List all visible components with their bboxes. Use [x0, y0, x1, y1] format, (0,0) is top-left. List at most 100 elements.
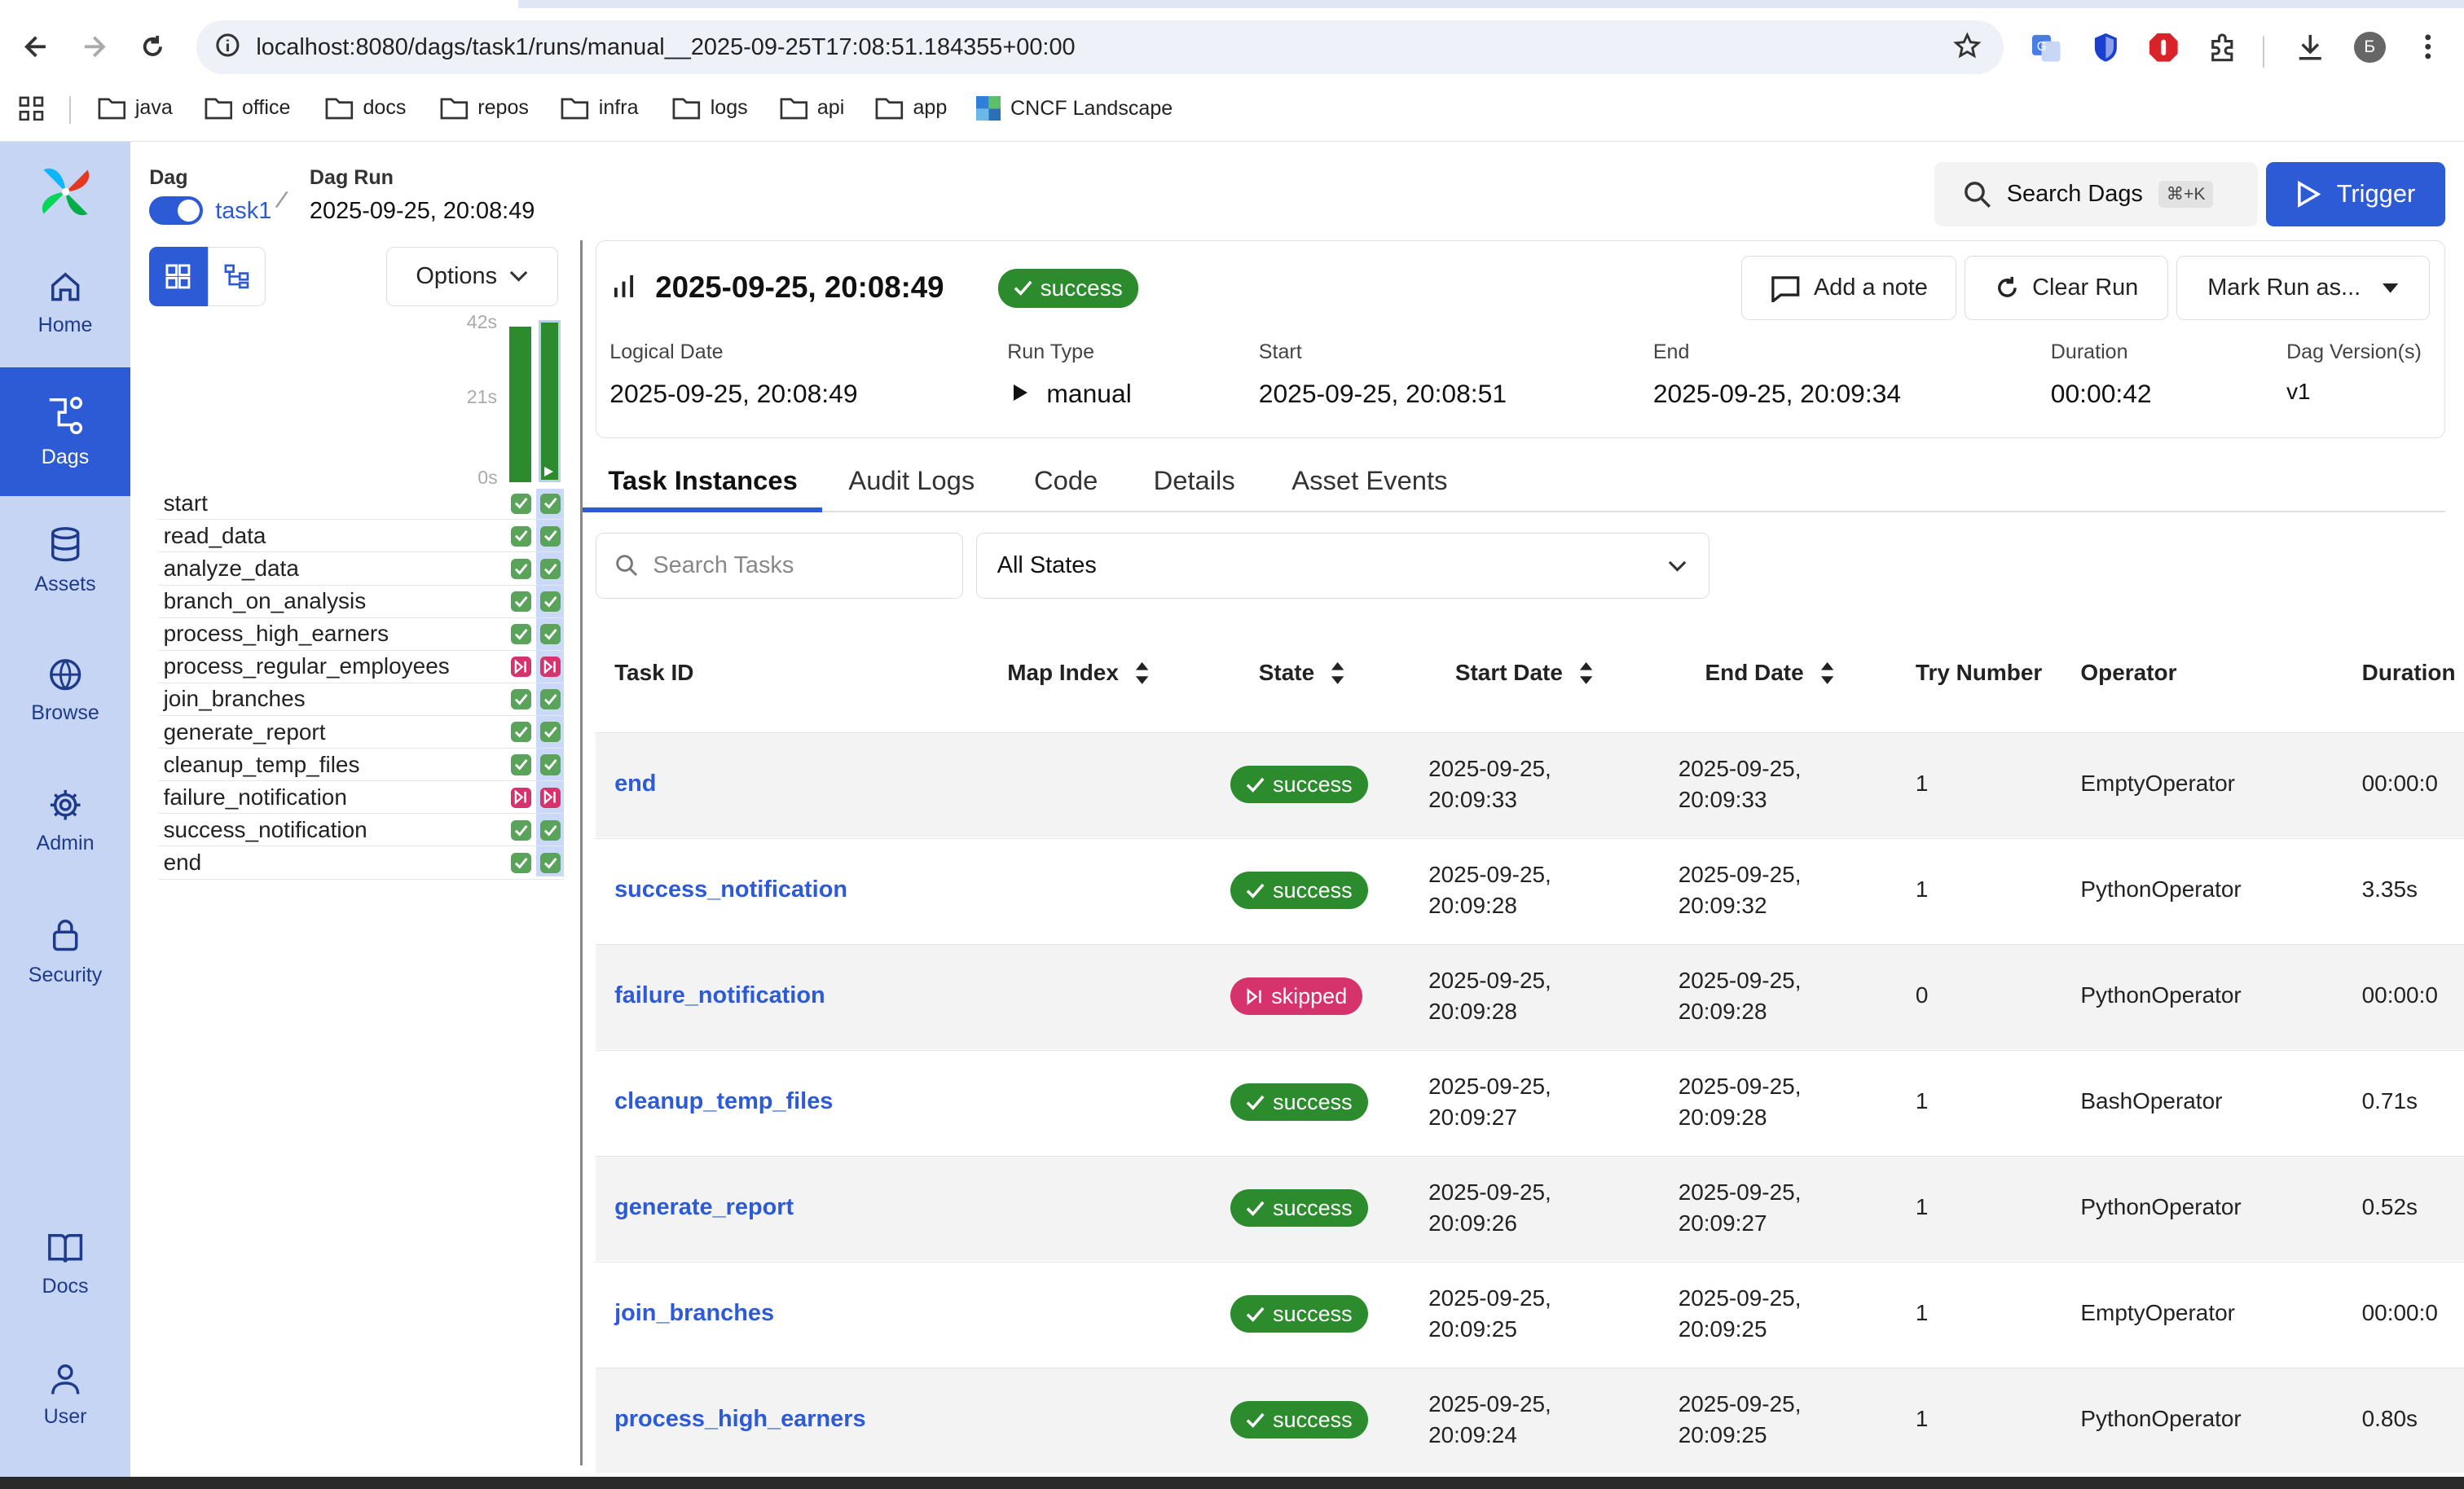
task-instance-success-cell[interactable] [540, 493, 561, 514]
run-duration-bar-selected[interactable] [539, 320, 561, 483]
task-instance-success-cell[interactable] [510, 722, 531, 743]
task-instance-success-cell[interactable] [510, 525, 531, 547]
tab-task-instances[interactable]: Task Instances [608, 465, 798, 496]
bookmark-docs[interactable]: docs [325, 96, 406, 120]
task-instance-skipped-cell[interactable] [510, 787, 531, 808]
state-filter-select[interactable]: All States [975, 532, 1710, 599]
tab-details[interactable]: Details [1154, 465, 1235, 496]
active-browser-tab[interactable] [0, 0, 519, 8]
col-header-operator[interactable]: Operator [2080, 660, 2176, 686]
task-id-link[interactable]: process_high_earners [614, 1406, 865, 1433]
task-instance-success-cell[interactable] [540, 722, 561, 743]
bookmark-app[interactable]: app [875, 96, 947, 120]
col-header-try-number[interactable]: Try Number [1916, 660, 2042, 686]
forward-icon[interactable] [76, 29, 113, 66]
grid-task-row[interactable]: branch_on_analysis [158, 586, 565, 618]
task-instance-success-cell[interactable] [510, 689, 531, 710]
clear-run-button[interactable]: Clear Run [1964, 256, 2169, 321]
bookmark-star-icon[interactable] [1953, 31, 1982, 67]
translate-extension-icon[interactable]: G [2029, 30, 2063, 64]
task-instance-success-cell[interactable] [510, 624, 531, 645]
sidebar-item-docs[interactable]: Docs [0, 1200, 130, 1329]
shield-extension-icon[interactable] [2088, 30, 2123, 64]
extensions-puzzle-icon[interactable] [2205, 30, 2239, 64]
back-icon[interactable] [17, 29, 55, 66]
tab-asset-events[interactable]: Asset Events [1291, 465, 1447, 496]
grid-view-button[interactable] [149, 246, 208, 307]
tab-code[interactable]: Code [1034, 465, 1098, 496]
task-instance-success-cell[interactable] [510, 819, 531, 841]
task-instance-success-cell[interactable] [540, 754, 561, 775]
airflow-logo-icon[interactable] [34, 160, 97, 230]
task-instance-success-cell[interactable] [540, 689, 561, 710]
task-instance-success-cell[interactable] [510, 558, 531, 579]
bookmark-java[interactable]: java [98, 96, 173, 120]
bookmark-cncf-landscape[interactable]: CNCF Landscape [975, 95, 1173, 121]
apps-grid-icon[interactable] [19, 96, 44, 121]
grid-task-row[interactable]: success_notification [158, 815, 565, 847]
task-instance-success-cell[interactable] [510, 852, 531, 873]
graph-view-button[interactable] [207, 246, 266, 307]
trigger-button[interactable]: Trigger [2265, 161, 2445, 226]
sidebar-item-browse[interactable]: Browse [0, 626, 130, 755]
grid-task-row[interactable]: end [158, 848, 565, 880]
task-instance-skipped-cell[interactable] [540, 657, 561, 678]
search-dags-button[interactable]: Search Dags ⌘+K [1934, 161, 2259, 226]
col-header-duration[interactable]: Duration [2362, 660, 2456, 686]
col-header-state[interactable]: State [1259, 660, 1346, 686]
task-id-link[interactable]: success_notification [614, 876, 847, 903]
grid-task-row[interactable]: join_branches [158, 684, 565, 717]
task-instance-success-cell[interactable] [540, 525, 561, 547]
site-info-icon[interactable] [215, 33, 240, 64]
run-duration-bar[interactable] [508, 327, 531, 483]
grid-task-row[interactable]: start [158, 489, 565, 520]
adblock-extension-icon[interactable] [2146, 30, 2180, 64]
grid-task-row[interactable]: read_data [158, 521, 565, 553]
dag-name-link[interactable]: task1 [215, 198, 271, 225]
grid-task-row[interactable]: process_high_earners [158, 619, 565, 651]
grid-task-row[interactable]: process_regular_employees [158, 652, 565, 683]
task-instance-skipped-cell[interactable] [540, 787, 561, 808]
grid-task-row[interactable]: analyze_data [158, 554, 565, 586]
search-tasks-input[interactable]: Search Tasks [595, 532, 964, 599]
add-note-button[interactable]: Add a note [1740, 256, 1957, 321]
sidebar-item-admin[interactable]: Admin [0, 758, 130, 886]
bookmark-office[interactable]: office [205, 96, 290, 120]
sidebar-item-user[interactable]: User [0, 1330, 130, 1459]
col-header-map-index[interactable]: Map Index [1007, 660, 1150, 686]
download-icon[interactable] [2293, 30, 2327, 64]
col-header-start-date[interactable]: Start Date [1455, 660, 1595, 686]
bookmark-repos[interactable]: repos [440, 96, 529, 120]
task-id-link[interactable]: generate_report [614, 1194, 794, 1221]
profile-avatar[interactable]: Б [2352, 30, 2387, 64]
task-instance-success-cell[interactable] [510, 754, 531, 775]
task-instance-success-cell[interactable] [540, 591, 561, 612]
grid-task-row[interactable]: cleanup_temp_files [158, 750, 565, 782]
grid-task-row[interactable]: failure_notification [158, 783, 565, 815]
task-instance-skipped-cell[interactable] [510, 657, 531, 678]
col-header-end-date[interactable]: End Date [1705, 660, 1835, 686]
task-id-link[interactable]: end [614, 771, 656, 797]
dag-pause-toggle[interactable] [149, 196, 203, 225]
sidebar-item-assets[interactable]: Assets [0, 496, 130, 625]
bookmark-api[interactable]: api [780, 96, 844, 120]
panel-resize-handle[interactable] [579, 240, 583, 1466]
task-instance-success-cell[interactable] [540, 558, 561, 579]
task-id-link[interactable]: join_branches [614, 1300, 774, 1327]
browser-menu-icon[interactable] [2410, 30, 2444, 64]
address-bar[interactable]: localhost:8080/dags/task1/runs/manual__2… [196, 20, 2004, 74]
task-instance-success-cell[interactable] [510, 493, 531, 514]
col-header-task-id[interactable]: Task ID [614, 660, 693, 686]
options-button[interactable]: Options [386, 246, 558, 307]
reload-icon[interactable] [134, 29, 171, 66]
grid-task-row[interactable]: generate_report [158, 718, 565, 749]
mark-run-as-button[interactable]: Mark Run as... [2176, 256, 2430, 321]
task-id-link[interactable]: cleanup_temp_files [614, 1088, 833, 1115]
task-instance-success-cell[interactable] [510, 591, 531, 612]
task-id-link[interactable]: failure_notification [614, 982, 825, 1009]
sidebar-item-security[interactable]: Security [0, 888, 130, 1017]
bookmark-infra[interactable]: infra [561, 96, 639, 120]
task-instance-success-cell[interactable] [540, 852, 561, 873]
bookmark-logs[interactable]: logs [672, 96, 748, 120]
task-instance-success-cell[interactable] [540, 819, 561, 841]
